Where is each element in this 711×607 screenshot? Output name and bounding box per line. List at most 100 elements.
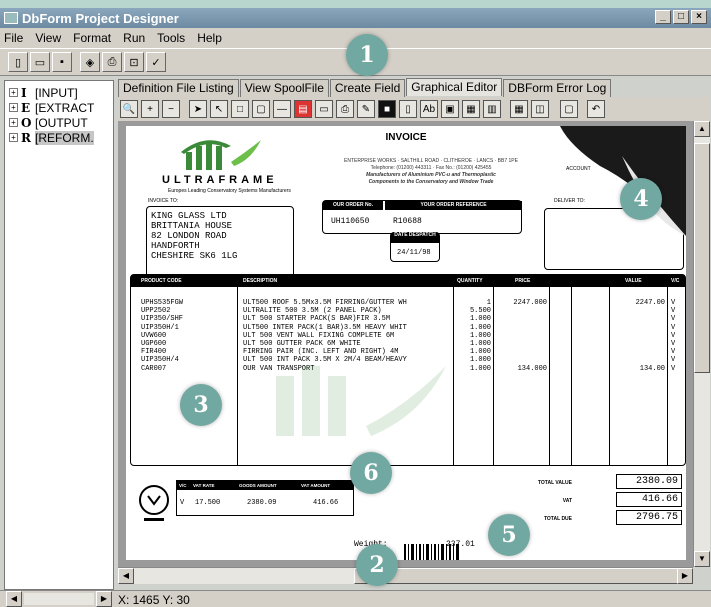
ruler-icon[interactable]: ◫: [531, 100, 549, 118]
vertical-scrollbar[interactable]: ▲ ▼: [693, 121, 710, 567]
invoice-to-box[interactable]: KING GLASS LTD BRITTANIA HOUSE 82 LONDON…: [146, 206, 294, 278]
total-due-field[interactable]: 2796.75: [616, 510, 682, 525]
select-icon[interactable]: ↖: [210, 100, 228, 118]
description-cell: ULT 500 VENT WALL FIXING COMPLETE 6M: [243, 331, 395, 340]
app-icon: [4, 12, 18, 24]
menu-run[interactable]: Run: [123, 31, 145, 45]
brand-name: ULTRAFRAME: [162, 174, 278, 186]
vc-cell: V: [671, 356, 676, 365]
preview-icon[interactable]: ⊡: [124, 52, 144, 72]
scroll-left-icon[interactable]: ◀: [118, 568, 134, 584]
brand-tagline: Europes Leading Conservatory Systems Man…: [168, 188, 291, 194]
menu-help[interactable]: Help: [197, 31, 222, 45]
undo-icon[interactable]: ↶: [587, 100, 605, 118]
quantity-cell: 1.000: [469, 356, 491, 365]
horizontal-scrollbar[interactable]: ◀ ▶: [118, 567, 693, 584]
tree-node-reform[interactable]: + R [REFORM.: [9, 130, 109, 145]
print-icon[interactable]: ⎙: [102, 52, 122, 72]
menu-file[interactable]: File: [4, 31, 23, 45]
quantity-cell: 5.500: [469, 307, 491, 316]
tab-dbform-error-log[interactable]: DBForm Error Log: [503, 79, 612, 97]
zoom-icon[interactable]: 🔍: [120, 100, 138, 118]
zoom-in-icon[interactable]: +: [141, 100, 159, 118]
date-box[interactable]: DATE DESPATCH 24/11/98: [390, 232, 440, 262]
save-icon[interactable]: ▪: [52, 52, 72, 72]
vc-codes: VVVVVVVVV: [671, 299, 675, 373]
logo-watermark-icon: [276, 366, 446, 436]
line-icon[interactable]: —: [273, 100, 291, 118]
new-icon[interactable]: ▯: [8, 52, 28, 72]
value-cell: [609, 356, 665, 364]
tab-strip: Definition File Listing View SpoolFile C…: [118, 78, 612, 97]
run-icon[interactable]: ◈: [80, 52, 100, 72]
minimize-button[interactable]: _: [655, 10, 671, 24]
scroll-thumb[interactable]: [694, 143, 710, 373]
columns-icon[interactable]: ▥: [483, 100, 501, 118]
menu-view[interactable]: View: [35, 31, 61, 45]
grid-icon[interactable]: ▦: [510, 100, 528, 118]
callout-2: 2: [356, 544, 398, 586]
close-button[interactable]: ×: [691, 10, 707, 24]
menu-format[interactable]: Format: [73, 31, 111, 45]
price-cell: [493, 340, 547, 348]
value-cell: 134.00: [639, 364, 665, 373]
hscroll-thumb[interactable]: [354, 568, 684, 584]
expand-icon[interactable]: +: [9, 118, 18, 127]
total-value-field[interactable]: 2380.09: [616, 474, 682, 489]
rounded-rect-icon[interactable]: ▢: [252, 100, 270, 118]
tree-node-output[interactable]: + O [OUTPUT: [9, 115, 109, 130]
pointer-icon[interactable]: ➤: [189, 100, 207, 118]
tab-create-field[interactable]: Create Field: [329, 79, 406, 97]
scroll-right-icon[interactable]: ▶: [677, 568, 693, 584]
tree-hscroll[interactable]: [24, 593, 94, 605]
barcode-tool-icon[interactable]: ▦: [462, 100, 480, 118]
quantity-cell: 1.000: [469, 340, 491, 349]
expand-icon[interactable]: +: [9, 103, 18, 112]
price-cell: [493, 356, 547, 364]
table-header: PRODUCT CODE DESCRIPTION QUANTITY PRICE …: [131, 275, 685, 287]
tree-scroll-right-icon[interactable]: ▶: [96, 591, 112, 607]
tree-scroll-left-icon[interactable]: ◀: [6, 591, 22, 607]
tree-node-extract[interactable]: + E [EXTRACT: [9, 100, 109, 115]
tab-definition-file-listing[interactable]: Definition File Listing: [118, 79, 239, 97]
image-icon[interactable]: ▣: [441, 100, 459, 118]
maximize-button[interactable]: □: [673, 10, 689, 24]
page-icon[interactable]: ▯: [399, 100, 417, 118]
vc-cell: V: [671, 323, 676, 332]
field-box-icon[interactable]: ▭: [315, 100, 333, 118]
tab-view-spoolfile[interactable]: View SpoolFile: [239, 79, 329, 97]
callout-3: 3: [180, 384, 222, 426]
scroll-up-icon[interactable]: ▲: [694, 121, 710, 137]
tab-graphical-editor[interactable]: Graphical Editor: [406, 78, 503, 96]
callout-4: 4: [620, 178, 662, 220]
printer-tool-icon[interactable]: ⎙: [336, 100, 354, 118]
spellcheck-icon[interactable]: ✓: [146, 52, 166, 72]
pen-icon[interactable]: ✎: [357, 100, 375, 118]
vat-field[interactable]: 416.66: [616, 492, 682, 507]
text-icon[interactable]: Ab: [420, 100, 438, 118]
zoom-out-icon[interactable]: −: [162, 100, 180, 118]
value-cell: [609, 324, 665, 332]
product-code-cell: UPHS535FGW: [141, 299, 184, 307]
expand-icon[interactable]: +: [9, 133, 18, 142]
product-code-cell: FIR400: [141, 348, 167, 357]
fill-black-icon[interactable]: ■: [378, 100, 396, 118]
menu-tools[interactable]: Tools: [157, 31, 185, 45]
fill-box-icon[interactable]: ▤: [294, 100, 312, 118]
product-code-cell: UGP600: [141, 340, 167, 349]
product-code-cell: UVW600: [141, 331, 167, 340]
quality-seal-icon: [139, 485, 169, 521]
scroll-down-icon[interactable]: ▼: [694, 551, 710, 567]
vat-summary-table[interactable]: V/C VAT RATE GOODS AMOUNT VAT AMOUNT V 1…: [176, 480, 354, 516]
tree-node-input[interactable]: + I [INPUT]: [9, 85, 109, 100]
expand-icon[interactable]: +: [9, 88, 18, 97]
callout-6: 6: [350, 452, 392, 494]
open-icon[interactable]: ▭: [30, 52, 50, 72]
price-cell: [493, 315, 547, 323]
company-address: ENTERPRISE WORKS · SALTHILL ROAD · CLITH…: [344, 158, 518, 185]
order-box[interactable]: OUR ORDER No. YOUR ORDER REFERENCE UH110…: [322, 200, 522, 234]
barcode-icon: [404, 544, 459, 560]
rectangle-icon[interactable]: □: [231, 100, 249, 118]
blank-icon[interactable]: ▢: [560, 100, 578, 118]
price-cell: [493, 332, 547, 340]
